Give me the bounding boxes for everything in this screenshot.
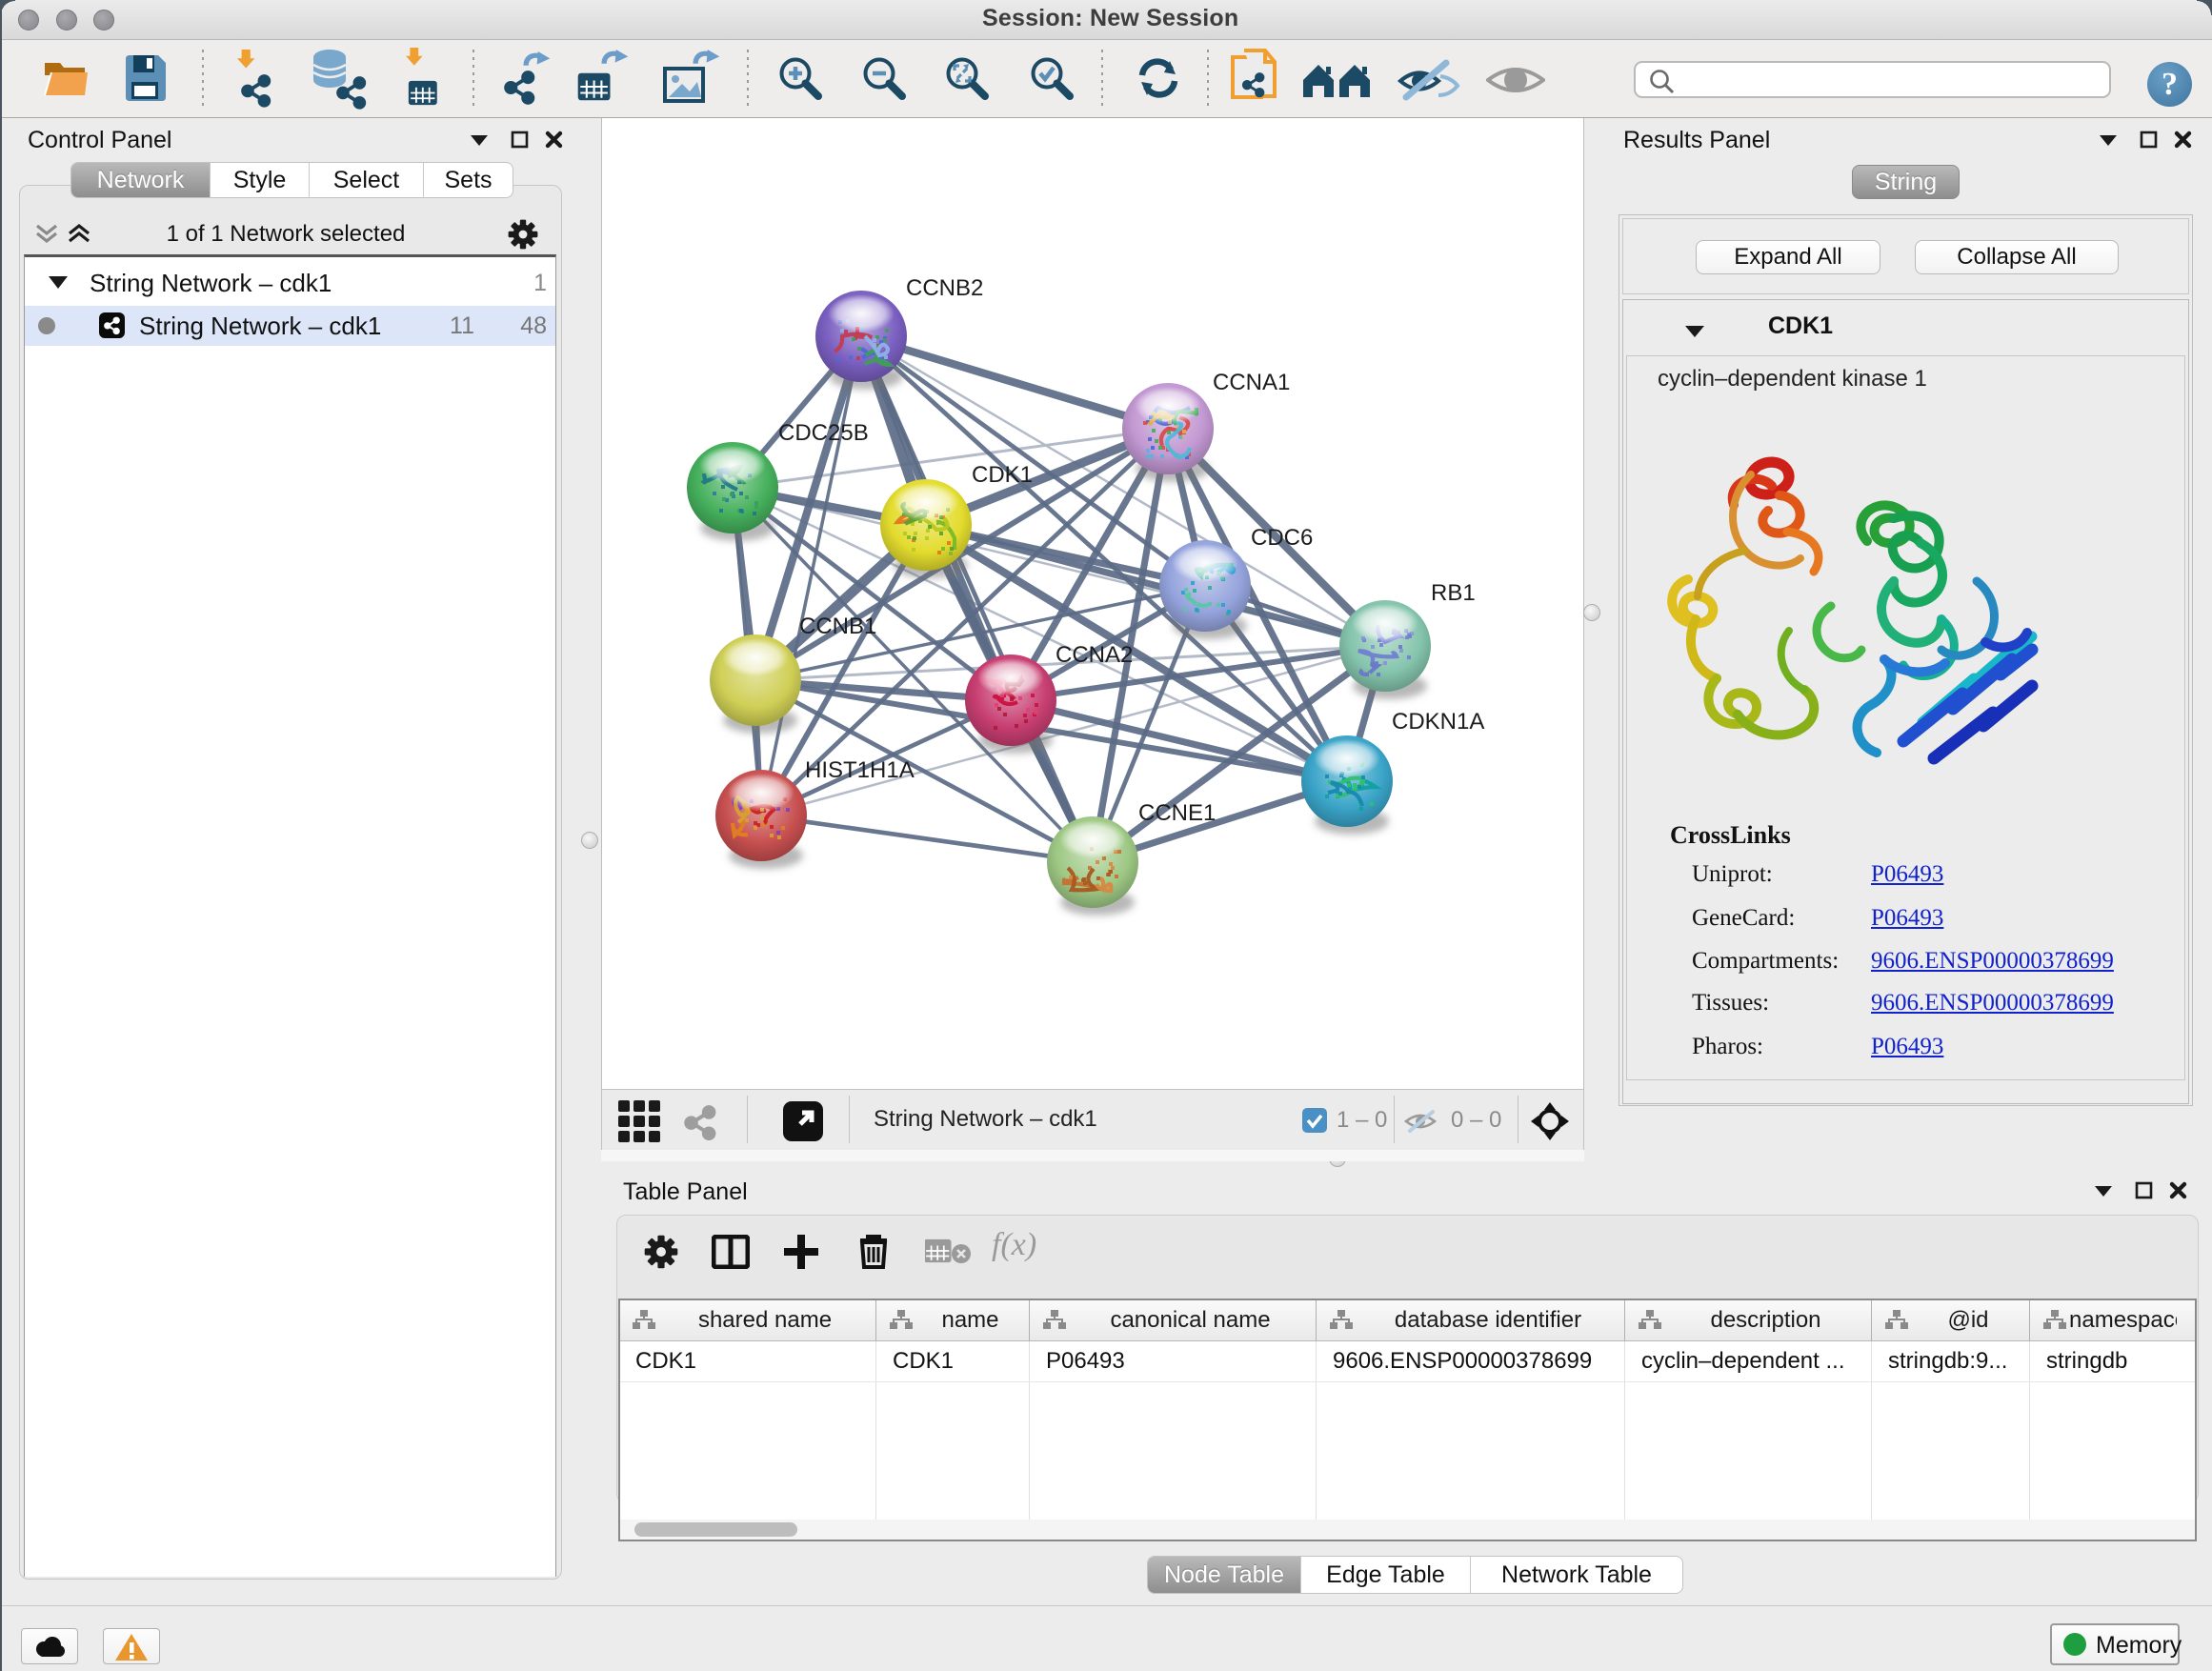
svg-text:CCNB1: CCNB1 (799, 614, 876, 639)
svg-text:CCNE1: CCNE1 (1138, 800, 1216, 826)
svg-text:CCNA1: CCNA1 (1213, 370, 1290, 395)
svg-text:CCNA2: CCNA2 (1056, 642, 1133, 668)
svg-text:CDC6: CDC6 (1251, 525, 1313, 551)
svg-text:CDK1: CDK1 (972, 462, 1033, 488)
svg-text:CCNB2: CCNB2 (906, 275, 983, 301)
svg-text:RB1: RB1 (1431, 580, 1476, 606)
svg-text:HIST1H1A: HIST1H1A (805, 757, 915, 783)
svg-text:CDC25B: CDC25B (778, 420, 869, 446)
svg-text:CDKN1A: CDKN1A (1392, 709, 1484, 735)
